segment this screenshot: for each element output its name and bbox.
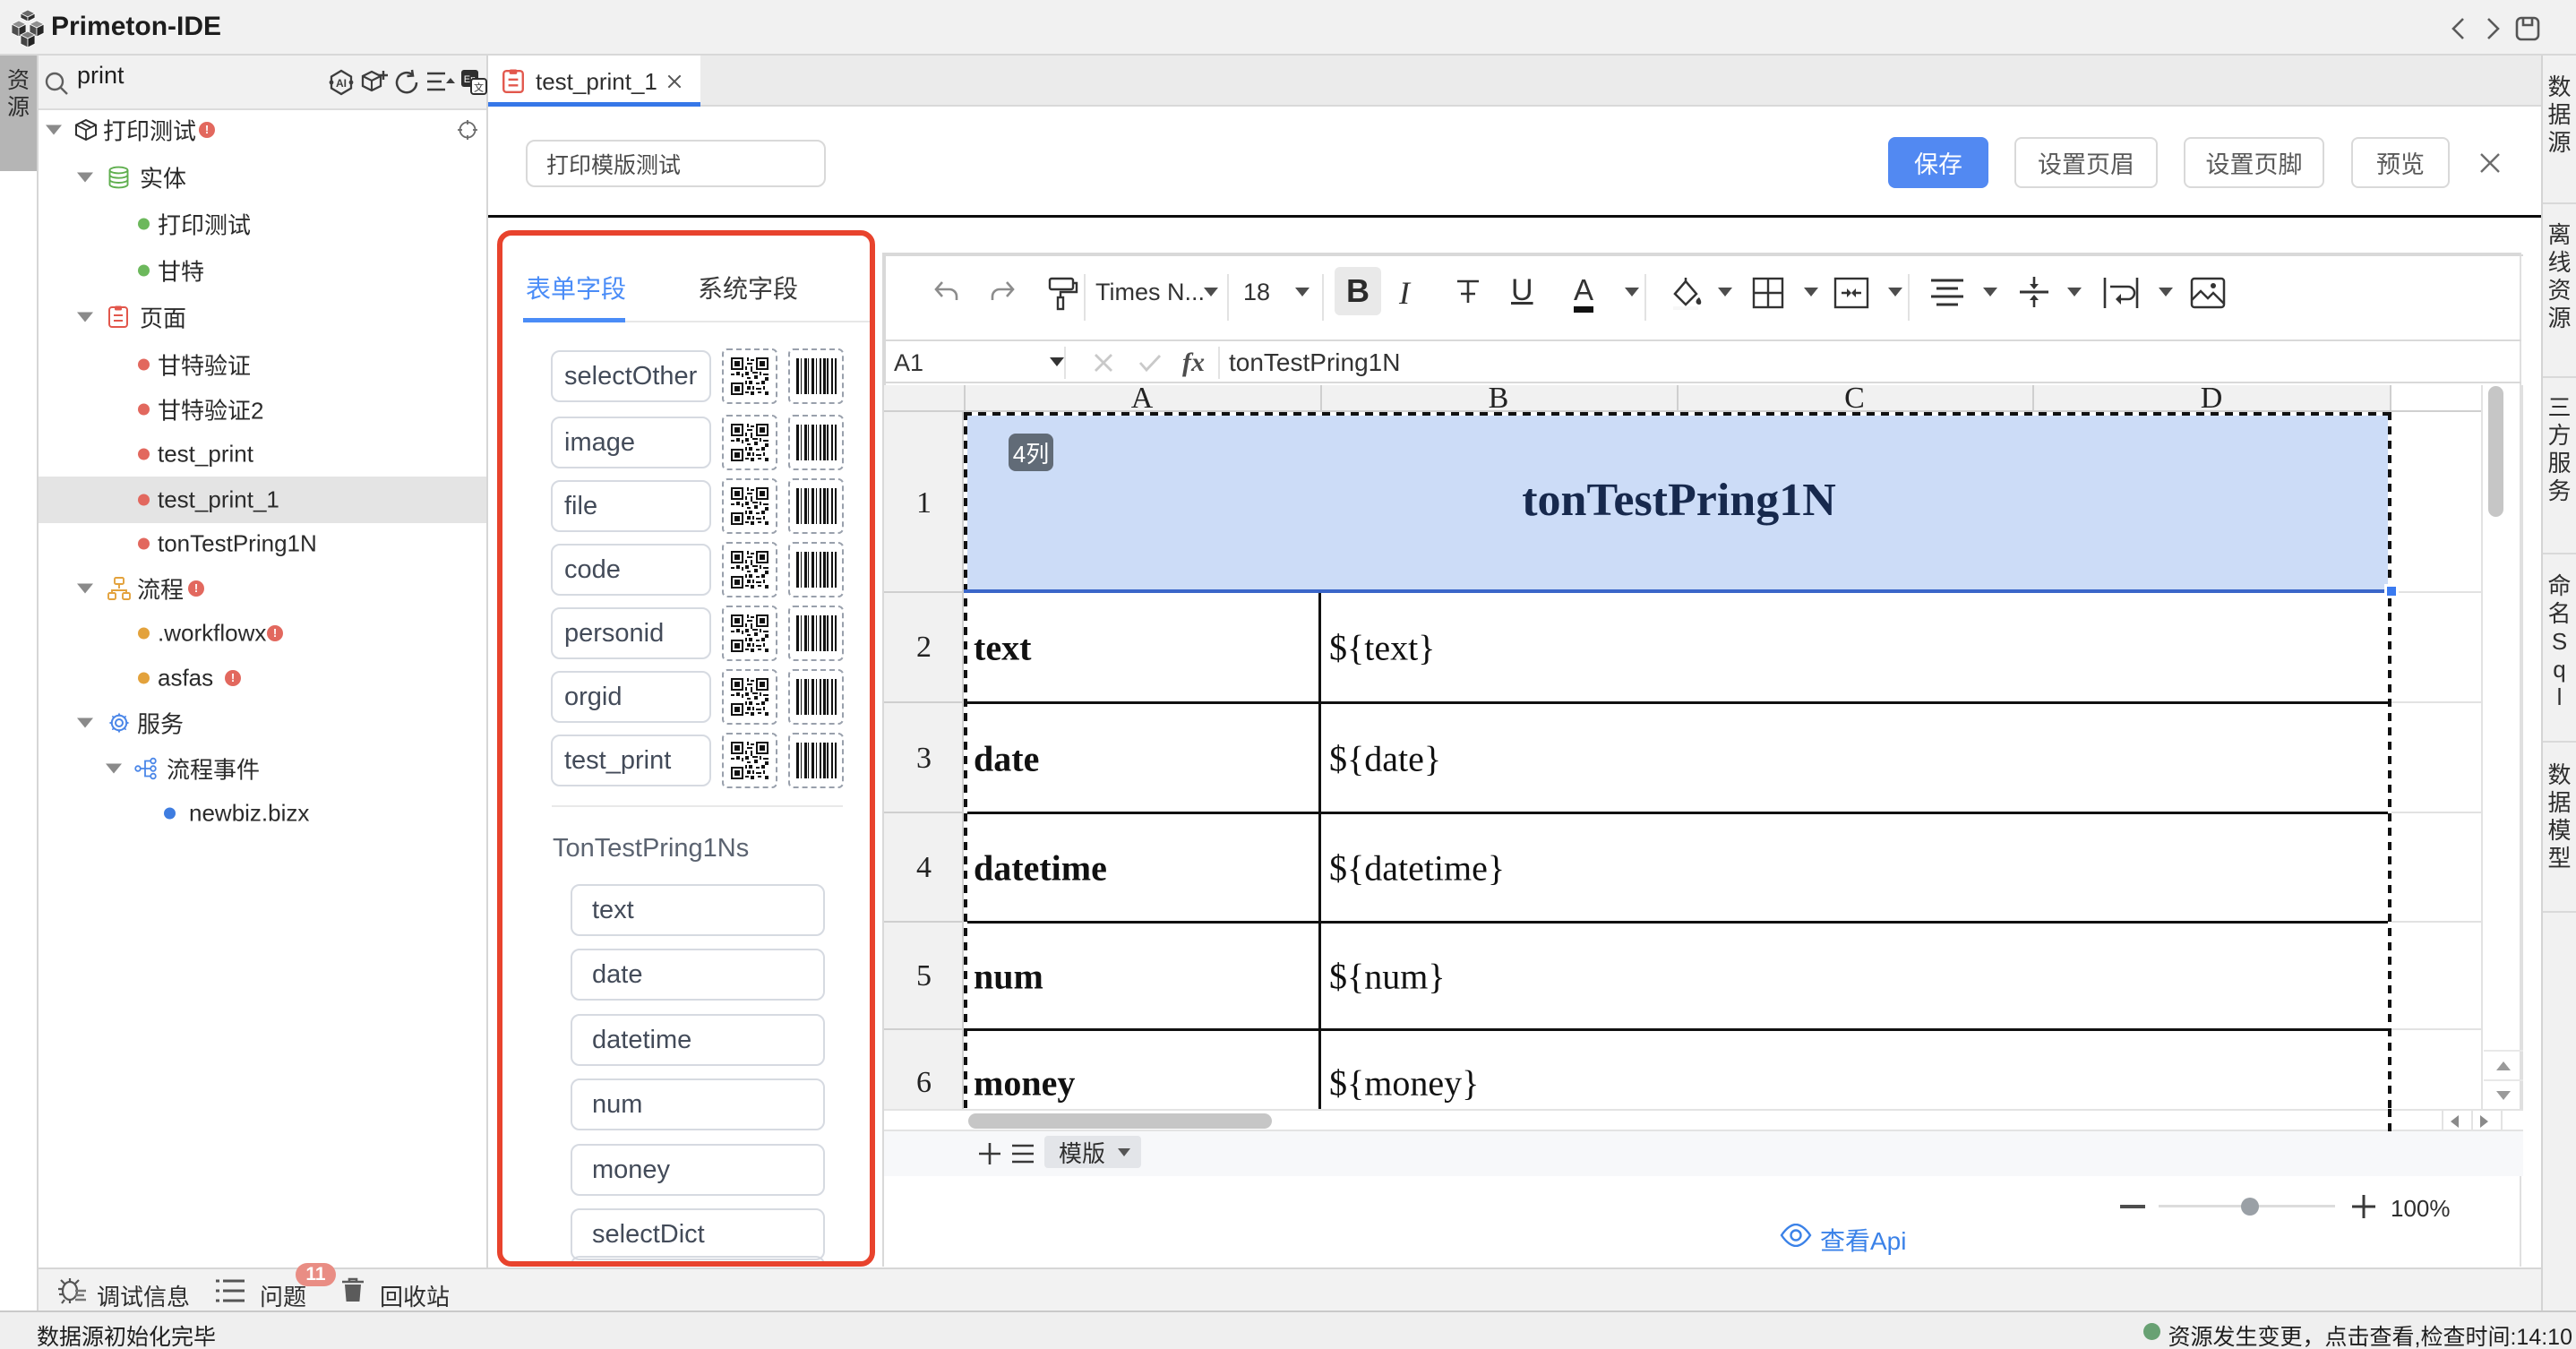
- svg-text:AI: AI: [336, 77, 347, 90]
- svg-text:文: 文: [474, 82, 484, 94]
